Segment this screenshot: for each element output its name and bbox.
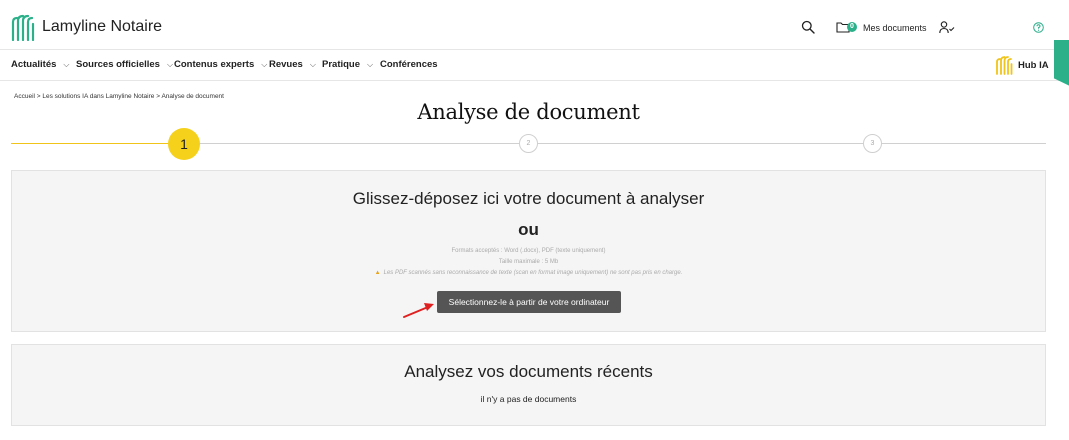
nav-item-actualites[interactable]: Actualités ⌵ [11, 59, 69, 70]
accepted-formats-text: Formats acceptés : Word (.docx), PDF (te… [451, 248, 606, 254]
breadcrumb-separator: > [36, 93, 41, 100]
step-2-indicator: 2 [519, 134, 538, 153]
user-check-icon[interactable] [939, 21, 955, 34]
nav-item-contenus-experts[interactable]: Contenus experts ⌵ [174, 59, 267, 70]
brand-name[interactable]: Lamyline Notaire [42, 18, 162, 36]
chevron-down-icon: ⌵ [63, 60, 70, 69]
my-documents-label: Mes documents [863, 23, 927, 33]
file-dropzone[interactable]: Glissez-déposez ici votre document à ana… [11, 170, 1046, 332]
search-icon[interactable] [801, 20, 815, 34]
recent-documents-panel: Analysez vos documents récents il n'y a … [11, 344, 1046, 426]
chevron-down-icon: ⌵ [166, 60, 174, 69]
scan-warning: ▲ Les PDF scannés sans reconnaissance de … [12, 270, 1045, 276]
scan-warning-text: Les PDF scannés sans reconnaissance de t… [383, 270, 683, 276]
breadcrumb-current: Analyse de document [161, 93, 224, 100]
breadcrumb: Accueil > Les solutions IA dans Lamyline… [14, 93, 224, 100]
chevron-down-icon: ⌵ [309, 60, 316, 69]
chevron-down-icon: ⌵ [261, 60, 268, 69]
top-header: Lamyline Notaire 0 Mes documents [0, 0, 1069, 50]
breadcrumb-separator: > [156, 93, 161, 100]
dropzone-or-label: ou [518, 220, 539, 239]
breadcrumb-home[interactable]: Accueil [14, 93, 35, 100]
recent-documents-title: Analysez vos documents récents [404, 362, 653, 381]
page-title: Analyse de document [417, 100, 640, 124]
nav-item-sources-officielles[interactable]: Sources officielles ⌵ [76, 59, 173, 70]
warning-icon: ▲ [374, 270, 381, 276]
documents-count-badge: 0 [847, 22, 857, 32]
lamyline-logo-icon[interactable] [10, 13, 36, 41]
hub-ia-logo-icon [996, 56, 1013, 75]
stepper-track-line [181, 143, 1046, 144]
hub-ia-label: Hub IA [1018, 60, 1049, 71]
help-circle-icon[interactable] [1033, 22, 1044, 33]
nav-item-conferences[interactable]: Conférences [380, 59, 438, 70]
chevron-down-icon: ⌵ [367, 60, 374, 69]
select-file-button[interactable]: Sélectionnez-le à partir de votre ordina… [437, 291, 621, 313]
breadcrumb-section[interactable]: Les solutions IA dans Lamyline Notaire [42, 93, 154, 100]
stepper-progress-line [11, 143, 181, 144]
dropzone-title: Glissez-déposez ici votre document à ana… [352, 189, 705, 208]
step-3-indicator: 3 [863, 134, 882, 153]
max-size-text: Taille maximale : 5 Mb [498, 259, 559, 265]
nav-item-revues[interactable]: Revues ⌵ [269, 59, 316, 70]
no-documents-message: il n'y a pas de documents [480, 394, 577, 404]
step-1-indicator: 1 [168, 128, 200, 160]
nav-item-pratique[interactable]: Pratique ⌵ [322, 59, 373, 70]
main-nav: Actualités ⌵ Sources officielles ⌵ Contenu… [0, 50, 1069, 81]
red-arrow-icon [403, 303, 434, 318]
